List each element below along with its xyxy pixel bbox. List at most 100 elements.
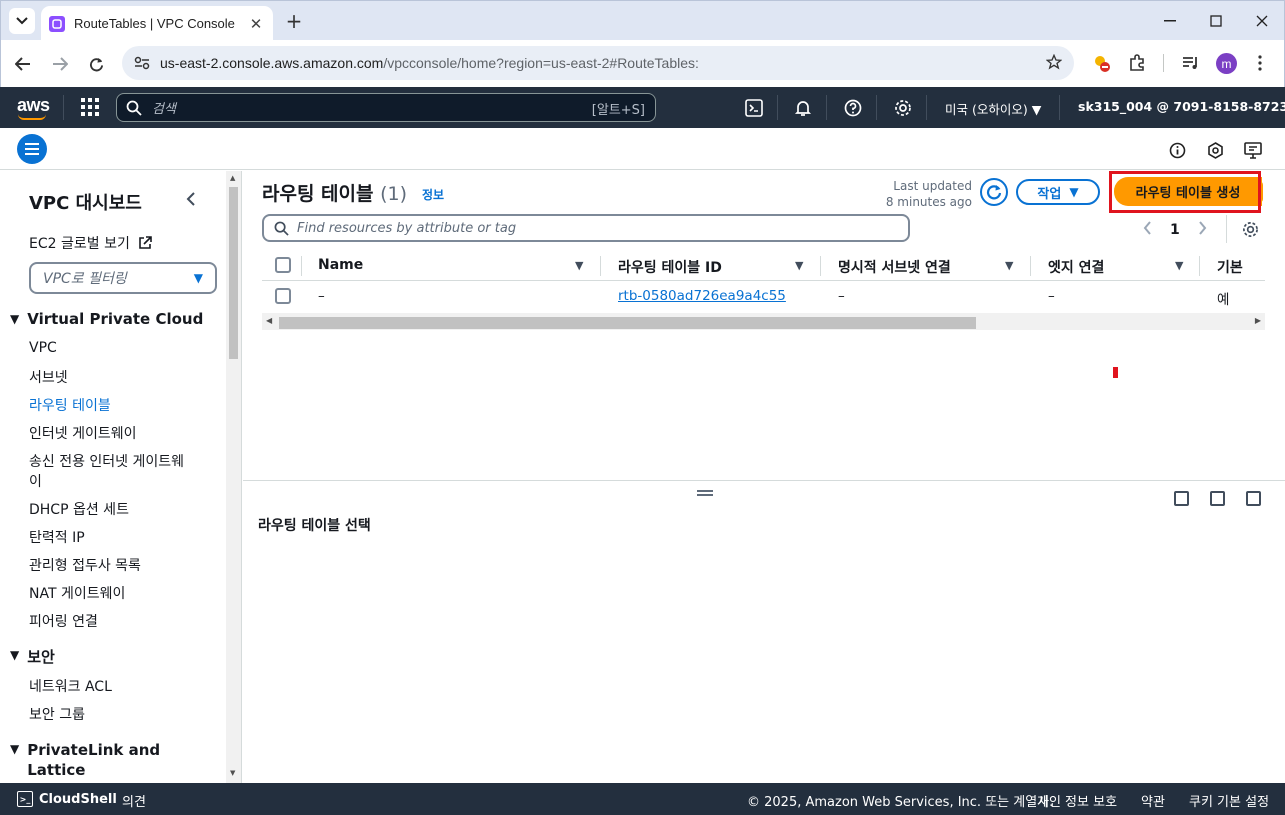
sort-caret-icon[interactable]: ▼ — [1175, 259, 1183, 272]
sidebar-item-internet-gateways[interactable]: 인터넷 게이트웨이 — [29, 423, 137, 443]
sidebar-section-vpc[interactable]: ▼ Virtual Private Cloud — [10, 310, 203, 328]
split-panel-resize-handle[interactable] — [697, 490, 713, 496]
sidebar-title[interactable]: VPC 대시보드 — [29, 189, 142, 215]
region-selector[interactable]: 미국 (오하이오) ▼ — [945, 99, 1041, 118]
extensions-puzzle-icon[interactable] — [1126, 52, 1148, 74]
info-panel-icon[interactable] — [1167, 140, 1187, 160]
prev-page-icon[interactable] — [1143, 220, 1152, 239]
actions-dropdown-button[interactable]: 작업 ▼ — [1016, 179, 1100, 205]
sidebar-item-security-groups[interactable]: 보안 그룹 — [29, 704, 85, 724]
table-horizontal-scrollbar[interactable]: ◀ ▶ — [262, 313, 1265, 330]
sidebar-section-security[interactable]: ▼ 보안 — [10, 646, 55, 667]
sidebar-section-privatelink[interactable]: ▼ PrivateLink and Lattice — [10, 740, 160, 780]
header-divider — [876, 95, 877, 120]
page-number[interactable]: 1 — [1170, 222, 1180, 238]
scroll-down-icon[interactable]: ▼ — [230, 769, 235, 777]
cell-route-table-id-link[interactable]: rtb-0580ad726ea9a4c55 — [618, 288, 786, 304]
column-header-edge[interactable]: 엣지 연결 — [1048, 257, 1104, 277]
account-menu[interactable]: sk315_004 @ 7091-8158-8723 ▼ — [1078, 99, 1285, 114]
column-header-explicit-subnet[interactable]: 명시적 서브넷 연결 — [838, 257, 951, 277]
resource-search-input[interactable]: Find resources by attribute or tag — [262, 214, 910, 242]
side-nav-toggle-button[interactable] — [17, 134, 47, 164]
scroll-right-icon[interactable]: ▶ — [1255, 316, 1261, 325]
notifications-bell-icon[interactable] — [793, 98, 813, 118]
sidebar-item-network-acls[interactable]: 네트워크 ACL — [29, 676, 112, 696]
column-divider[interactable] — [1199, 256, 1200, 276]
sidebar-item-nat-gateways[interactable]: NAT 게이트웨이 — [29, 583, 125, 603]
sidebar-item-ec2-global-view[interactable]: EC2 글로벌 보기 — [29, 233, 153, 253]
media-playlist-icon[interactable] — [1180, 52, 1202, 74]
sidebar-item-vpc[interactable]: VPC — [29, 340, 57, 356]
kebab-menu-icon[interactable] — [1249, 52, 1271, 74]
site-info-icon[interactable] — [126, 56, 158, 70]
sort-caret-icon[interactable]: ▼ — [1005, 259, 1013, 272]
column-divider[interactable] — [600, 256, 601, 276]
address-bar[interactable]: us-east-2.console.aws.amazon.com/vpccons… — [122, 46, 1074, 80]
sidebar-item-egress-only-gateways[interactable]: 송신 전용 인터넷 게이트웨 — [29, 451, 184, 471]
scroll-up-icon[interactable]: ▲ — [230, 174, 235, 182]
profile-avatar[interactable]: m — [1216, 53, 1237, 74]
sidebar-item-elastic-ips[interactable]: 탄력적 IP — [29, 527, 85, 547]
tab-search-button[interactable] — [9, 8, 35, 34]
info-link[interactable]: 정보 — [422, 186, 444, 203]
help-question-icon[interactable] — [843, 98, 863, 118]
bookmark-star-icon[interactable] — [1045, 53, 1063, 74]
table-row[interactable]: – rtb-0580ad726ea9a4c55 – – 예 — [262, 281, 1265, 313]
sidebar-item-dhcp-option-sets[interactable]: DHCP 옵션 세트 — [29, 499, 129, 519]
collapse-sidebar-icon[interactable] — [186, 191, 196, 212]
row-checkbox[interactable] — [275, 288, 291, 304]
split-position-bottom-icon[interactable] — [1174, 491, 1189, 506]
column-header-route-table-id[interactable]: 라우팅 테이블 ID — [618, 257, 722, 277]
back-arrow-icon[interactable] — [10, 51, 36, 77]
sort-caret-icon[interactable]: ▼ — [575, 259, 583, 272]
aws-search-input[interactable]: 검색 [알트+S] — [116, 93, 656, 122]
settings-gear-icon[interactable] — [893, 98, 913, 118]
minimize-icon[interactable] — [1158, 9, 1182, 33]
column-divider[interactable] — [1030, 256, 1031, 276]
new-tab-button[interactable]: + — [283, 9, 305, 33]
browser-tab[interactable]: RouteTables | VPC Console ✕ — [41, 6, 273, 41]
extension-blocker-icon[interactable] — [1091, 52, 1113, 74]
close-window-icon[interactable] — [1250, 9, 1274, 33]
scrollbar-thumb[interactable] — [279, 317, 976, 329]
sort-caret-icon[interactable]: ▼ — [795, 259, 803, 272]
feedback-screen-icon[interactable] — [1243, 140, 1263, 160]
terms-link[interactable]: 약관 — [1141, 791, 1165, 810]
vpc-filter-select[interactable]: VPC로 필터링 ▼ — [29, 262, 217, 294]
scrollbar-thumb[interactable] — [229, 187, 238, 359]
header-divider — [777, 95, 778, 120]
cookie-preferences-link[interactable]: 쿠키 기본 설정 — [1189, 791, 1269, 810]
sidebar-item-peering-connections[interactable]: 피어링 연결 — [29, 611, 98, 631]
search-placeholder: 검색 — [152, 102, 176, 117]
next-page-icon[interactable] — [1198, 220, 1207, 239]
caret-down-icon: ▼ — [10, 648, 20, 662]
select-all-checkbox[interactable] — [275, 257, 291, 273]
caret-down-icon: ▼ — [10, 312, 20, 326]
external-link-icon — [139, 236, 153, 249]
split-position-full-icon[interactable] — [1246, 491, 1261, 506]
refresh-button[interactable] — [980, 178, 1008, 206]
scroll-left-icon[interactable]: ◀ — [266, 316, 272, 325]
cell-explicit-subnet: – — [838, 288, 845, 304]
sidebar-item-egress-only-gateways-cont[interactable]: 이 — [29, 471, 42, 491]
table-settings-gear-icon[interactable] — [1240, 219, 1260, 239]
reload-icon[interactable] — [83, 51, 109, 77]
sidebar-item-route-tables[interactable]: 라우팅 테이블 — [29, 395, 111, 415]
split-position-side-icon[interactable] — [1210, 491, 1225, 506]
column-header-main[interactable]: 기본 — [1217, 257, 1243, 277]
cloudshell-terminal-icon[interactable] — [744, 98, 764, 118]
column-header-name[interactable]: Name — [318, 257, 363, 273]
privacy-link[interactable]: 개인 정보 보호 — [1037, 791, 1117, 810]
forward-arrow-icon[interactable] — [47, 51, 73, 77]
security-hex-icon[interactable] — [1205, 140, 1225, 160]
aws-logo[interactable]: aws — [17, 95, 50, 120]
maximize-icon[interactable] — [1204, 9, 1228, 33]
sidebar-item-subnets[interactable]: 서브넷 — [29, 367, 68, 387]
close-tab-icon[interactable]: ✕ — [247, 15, 265, 33]
column-divider[interactable] — [820, 256, 821, 276]
sidebar-scrollbar[interactable]: ▲ ▼ — [226, 171, 241, 783]
cloudshell-button[interactable]: >_ CloudShell — [17, 791, 117, 807]
services-grid-icon[interactable] — [81, 98, 99, 116]
sidebar-item-managed-prefix-lists[interactable]: 관리형 접두사 목록 — [29, 555, 141, 575]
feedback-link[interactable]: 의견 — [122, 791, 146, 810]
